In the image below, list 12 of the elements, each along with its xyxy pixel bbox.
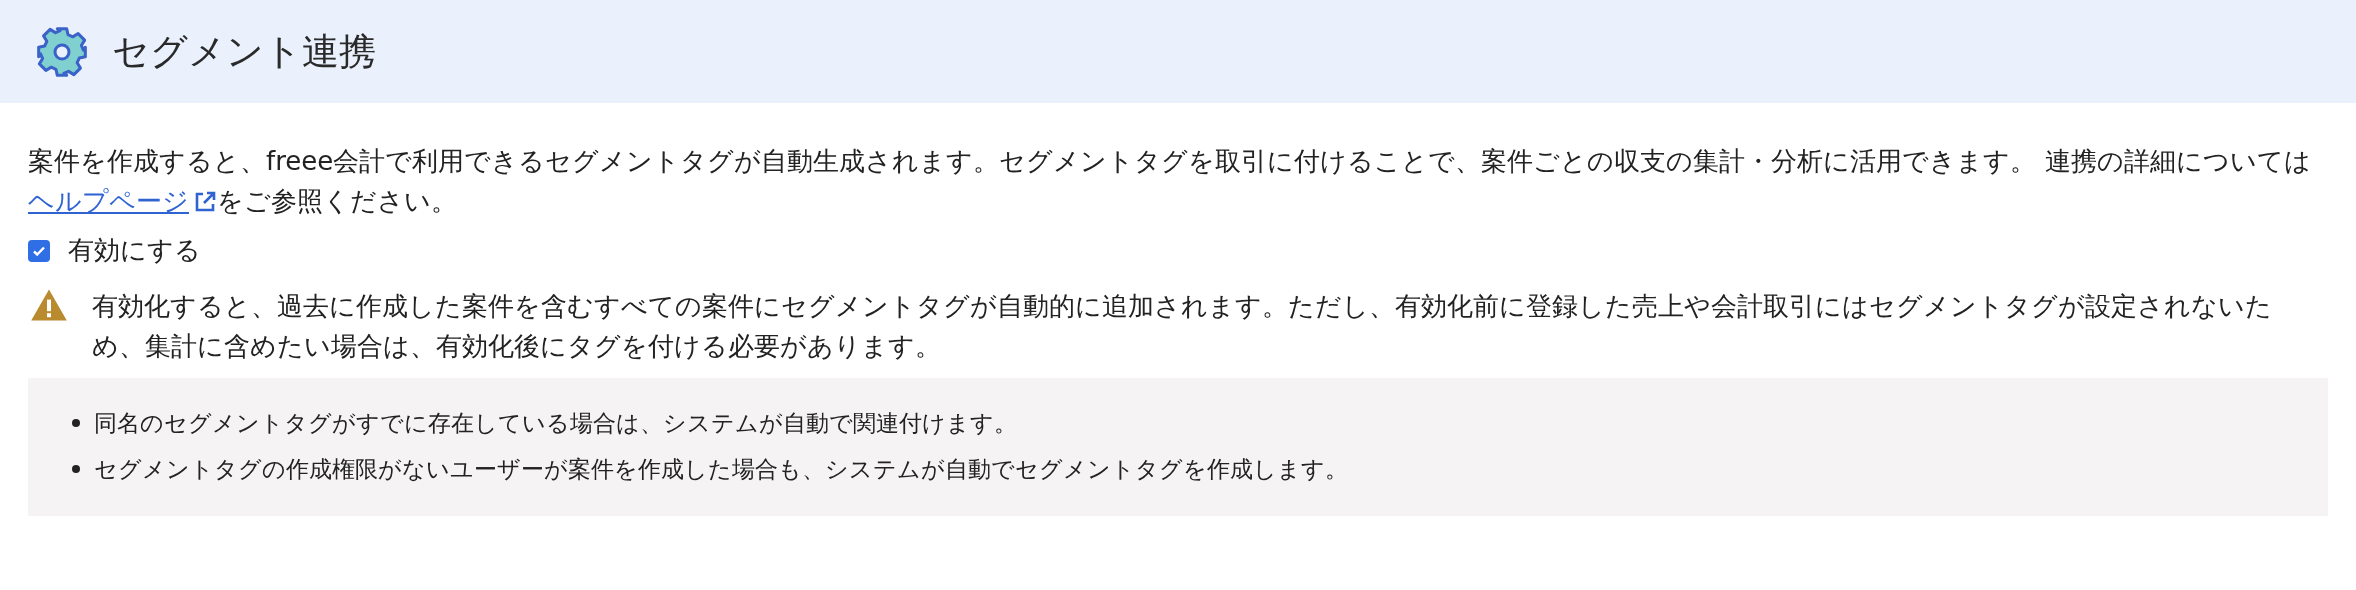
bullet-icon xyxy=(72,419,80,427)
page-title: セグメント連携 xyxy=(112,28,376,75)
enable-checkbox[interactable] xyxy=(28,239,50,262)
checkbox-label: 有効にする xyxy=(68,234,201,267)
external-link-icon xyxy=(193,190,217,214)
bullet-icon xyxy=(72,465,80,473)
note-text: 同名のセグメントタグがすでに存在している場合は、システムが自動で関連付けます。 xyxy=(94,408,1017,438)
warning-icon xyxy=(30,288,68,322)
note-text: セグメントタグの作成権限がないユーザーが案件を作成した場合も、システムが自動でセグメントタグを作成します。 xyxy=(94,454,1348,484)
help-page-link[interactable]: ヘルプページ xyxy=(28,186,217,216)
warning-text: 有効化すると、過去に作成した案件を含むすべての案件にセグメントタグが自動的に追加されます。ただし、有効化前に登録した売上や会計取引にはセグメントタグが設定されないため、集計に含めたい場合は、有効化後にタグを付ける必要があります。 xyxy=(92,290,2273,363)
description-text: 案件を作成すると、freee会計で利用できるセグメントタグが自動生成されます。セグメントタグを取引に付けることで、案件ごとの収支の集計・分析に活用できます。 連携の詳細については ヘルプページ をご参照ください。 xyxy=(28,145,2312,218)
